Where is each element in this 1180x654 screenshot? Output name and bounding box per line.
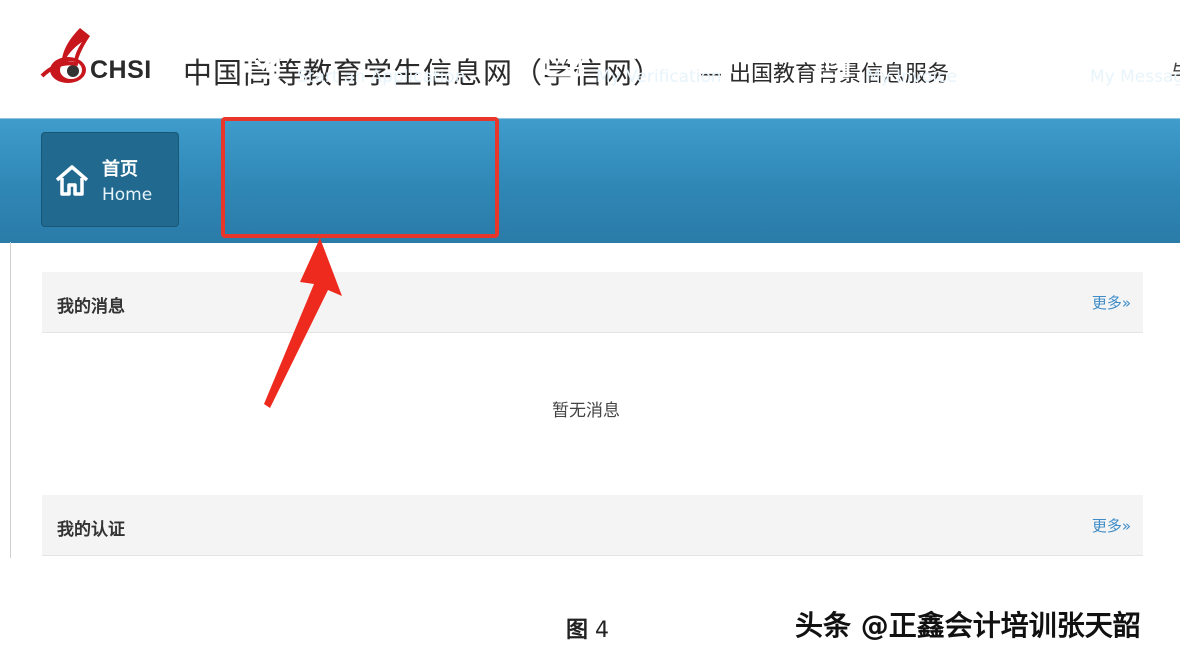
nav-label-zh: 我的认证	[596, 42, 668, 63]
more-link[interactable]: 更多»	[1092, 515, 1131, 536]
nav-label-en: Home	[102, 185, 153, 205]
empty-message: 暂无消息	[552, 401, 620, 421]
nav-label-en: My Verification	[596, 67, 722, 87]
highlight-box	[221, 117, 499, 238]
nav-label-en: My Invoice	[866, 67, 957, 87]
invoice-icon	[818, 46, 850, 78]
nav-label-zh: 我的消息	[1090, 42, 1162, 63]
panel-title: 我的认证	[57, 520, 125, 540]
certificate-icon	[546, 47, 582, 77]
nav-label-zh: 申请认证	[297, 42, 369, 63]
nav-item-my-verification[interactable]: 我的认证 My Verification	[546, 0, 746, 124]
messages-panel-header: 我的消息 更多»	[42, 272, 1143, 333]
figure-caption: 图 4	[566, 612, 609, 644]
nav-item-my-invoice[interactable]: 我的发票 My Invoice	[816, 0, 996, 124]
caption-label: 图	[566, 618, 589, 643]
message-icon	[1042, 48, 1074, 78]
home-icon	[55, 165, 89, 196]
caption-number: 4	[595, 618, 610, 643]
nav-item-home[interactable]: 首页 Home	[41, 132, 179, 227]
panel-title: 我的消息	[57, 297, 125, 317]
nav-label-en: My Messag	[1090, 67, 1180, 87]
watermark: 头条 @正鑫会计培训张天韶	[795, 609, 1141, 642]
nav-item-start-application[interactable]: 申请认证 Start an Application	[247, 0, 477, 124]
nav-label-zh: 首页	[102, 159, 138, 180]
verification-panel-header: 我的认证 更多»	[42, 495, 1143, 556]
more-link[interactable]: 更多»	[1092, 292, 1131, 313]
logo-text: CHSI	[90, 56, 152, 84]
nav-label-zh: 我的发票	[866, 42, 938, 63]
content-divider	[10, 242, 11, 558]
checkbox-icon	[248, 47, 280, 79]
nav-label-en: Start an Application	[297, 67, 466, 87]
nav-item-my-messages[interactable]: 我的消息 My Messag	[1040, 0, 1180, 124]
pointer-arrow-icon	[264, 238, 342, 408]
